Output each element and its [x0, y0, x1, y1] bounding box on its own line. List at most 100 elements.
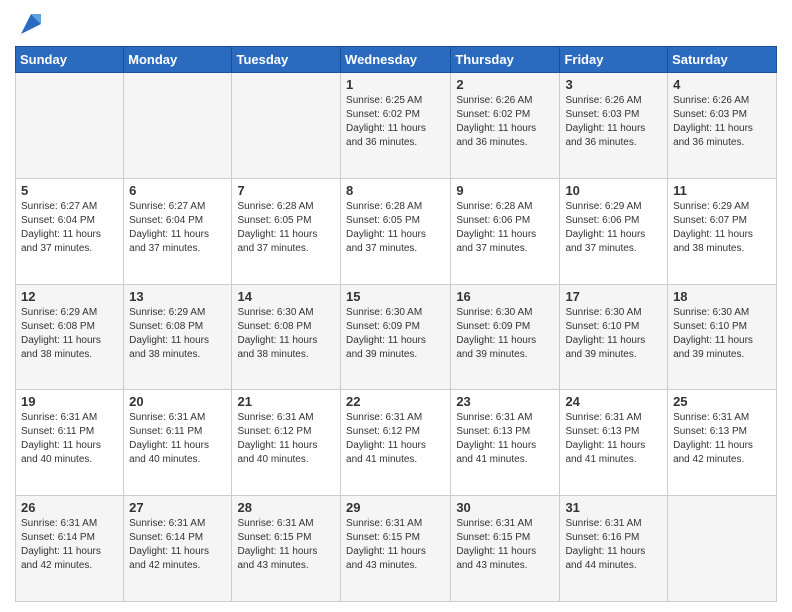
calendar-cell: 22 Sunrise: 6:31 AMSunset: 6:12 PMDayligh…: [341, 390, 451, 496]
day-number: 25: [673, 394, 771, 409]
day-number: 15: [346, 289, 445, 304]
day-number: 23: [456, 394, 554, 409]
day-number: 18: [673, 289, 771, 304]
calendar-cell: 25 Sunrise: 6:31 AMSunset: 6:13 PMDayligh…: [668, 390, 777, 496]
day-info: Sunrise: 6:31 AMSunset: 6:15 PMDaylight:…: [456, 517, 554, 573]
calendar-cell: 24 Sunrise: 6:31 AMSunset: 6:13 PMDayligh…: [560, 390, 668, 496]
day-info: Sunrise: 6:26 AMSunset: 6:03 PMDaylight:…: [565, 94, 662, 150]
day-number: 2: [456, 77, 554, 92]
day-info: Sunrise: 6:29 AMSunset: 6:08 PMDaylight:…: [21, 306, 118, 362]
day-number: 31: [565, 500, 662, 515]
day-info: Sunrise: 6:31 AMSunset: 6:15 PMDaylight:…: [346, 517, 445, 573]
calendar-cell: 28 Sunrise: 6:31 AMSunset: 6:15 PMDayligh…: [232, 496, 341, 602]
calendar-cell: 6Sunrise: 6:27 AMSunset: 6:04 PMDaylight…: [124, 178, 232, 284]
day-info: Sunrise: 6:31 AMSunset: 6:12 PMDaylight:…: [346, 411, 445, 467]
calendar-cell: 8 Sunrise: 6:28 AMSunset: 6:05 PMDaylight…: [341, 178, 451, 284]
header-monday: Monday: [124, 47, 232, 73]
day-info: Sunrise: 6:28 AMSunset: 6:05 PMDaylight:…: [346, 200, 445, 256]
day-info: Sunrise: 6:29 AMSunset: 6:08 PMDaylight:…: [129, 306, 226, 362]
day-info: Sunrise: 6:31 AMSunset: 6:13 PMDaylight:…: [456, 411, 554, 467]
day-info: Sunrise: 6:31 AMSunset: 6:16 PMDaylight:…: [565, 517, 662, 573]
day-number: 4: [673, 77, 771, 92]
header-saturday: Saturday: [668, 47, 777, 73]
day-info: Sunrise: 6:31 AMSunset: 6:11 PMDaylight:…: [129, 411, 226, 467]
calendar-cell: 16 Sunrise: 6:30 AMSunset: 6:09 PMDayligh…: [451, 284, 560, 390]
calendar-cell: 10Sunrise: 6:29 AMSunset: 6:06 PMDayligh…: [560, 178, 668, 284]
calendar-cell: 15 Sunrise: 6:30 AMSunset: 6:09 PMDayligh…: [341, 284, 451, 390]
day-number: 9: [456, 183, 554, 198]
calendar-cell: 2Sunrise: 6:26 AMSunset: 6:02 PMDaylight…: [451, 73, 560, 179]
day-info: Sunrise: 6:30 AMSunset: 6:09 PMDaylight:…: [346, 306, 445, 362]
day-info: Sunrise: 6:28 AMSunset: 6:06 PMDaylight:…: [456, 200, 554, 256]
day-number: 14: [237, 289, 335, 304]
day-number: 12: [21, 289, 118, 304]
logo: [15, 14, 45, 38]
calendar-cell: 23 Sunrise: 6:31 AMSunset: 6:13 PMDayligh…: [451, 390, 560, 496]
day-number: 1: [346, 77, 445, 92]
day-info: Sunrise: 6:31 AMSunset: 6:15 PMDaylight:…: [237, 517, 335, 573]
day-info: Sunrise: 6:31 AMSunset: 6:13 PMDaylight:…: [565, 411, 662, 467]
calendar-week-row: 1 Sunrise: 6:25 AMSunset: 6:02 PMDaylight…: [16, 73, 777, 179]
calendar-cell: 30 Sunrise: 6:31 AMSunset: 6:15 PMDayligh…: [451, 496, 560, 602]
calendar-cell: [668, 496, 777, 602]
calendar-cell: 31 Sunrise: 6:31 AMSunset: 6:16 PMDayligh…: [560, 496, 668, 602]
day-info: Sunrise: 6:31 AMSunset: 6:14 PMDaylight:…: [21, 517, 118, 573]
day-number: 21: [237, 394, 335, 409]
calendar-cell: 11Sunrise: 6:29 AMSunset: 6:07 PMDayligh…: [668, 178, 777, 284]
header-wednesday: Wednesday: [341, 47, 451, 73]
day-number: 8: [346, 183, 445, 198]
day-number: 26: [21, 500, 118, 515]
header-friday: Friday: [560, 47, 668, 73]
calendar-cell: 29Sunrise: 6:31 AMSunset: 6:15 PMDayligh…: [341, 496, 451, 602]
calendar-cell: 26 Sunrise: 6:31 AMSunset: 6:14 PMDayligh…: [16, 496, 124, 602]
calendar-week-row: 19 Sunrise: 6:31 AMSunset: 6:11 PMDayligh…: [16, 390, 777, 496]
day-number: 20: [129, 394, 226, 409]
calendar-cell: 19 Sunrise: 6:31 AMSunset: 6:11 PMDayligh…: [16, 390, 124, 496]
calendar-cell: 1 Sunrise: 6:25 AMSunset: 6:02 PMDaylight…: [341, 73, 451, 179]
day-number: 3: [565, 77, 662, 92]
logo-icon: [17, 10, 45, 38]
day-number: 13: [129, 289, 226, 304]
day-number: 28: [237, 500, 335, 515]
day-info: Sunrise: 6:30 AMSunset: 6:10 PMDaylight:…: [673, 306, 771, 362]
day-info: Sunrise: 6:31 AMSunset: 6:11 PMDaylight:…: [21, 411, 118, 467]
calendar-cell: 27Sunrise: 6:31 AMSunset: 6:14 PMDayligh…: [124, 496, 232, 602]
weekday-header-row: Sunday Monday Tuesday Wednesday Thursday…: [16, 47, 777, 73]
calendar-week-row: 26 Sunrise: 6:31 AMSunset: 6:14 PMDayligh…: [16, 496, 777, 602]
header-sunday: Sunday: [16, 47, 124, 73]
header-thursday: Thursday: [451, 47, 560, 73]
day-number: 10: [565, 183, 662, 198]
day-info: Sunrise: 6:29 AMSunset: 6:07 PMDaylight:…: [673, 200, 771, 256]
calendar-cell: 18 Sunrise: 6:30 AMSunset: 6:10 PMDayligh…: [668, 284, 777, 390]
calendar-cell: 7Sunrise: 6:28 AMSunset: 6:05 PMDaylight…: [232, 178, 341, 284]
day-number: 22: [346, 394, 445, 409]
calendar-cell: 21Sunrise: 6:31 AMSunset: 6:12 PMDayligh…: [232, 390, 341, 496]
calendar-cell: 12 Sunrise: 6:29 AMSunset: 6:08 PMDayligh…: [16, 284, 124, 390]
calendar-cell: 4 Sunrise: 6:26 AMSunset: 6:03 PMDaylight…: [668, 73, 777, 179]
calendar-cell: [124, 73, 232, 179]
day-number: 19: [21, 394, 118, 409]
day-info: Sunrise: 6:26 AMSunset: 6:03 PMDaylight:…: [673, 94, 771, 150]
day-number: 30: [456, 500, 554, 515]
day-info: Sunrise: 6:28 AMSunset: 6:05 PMDaylight:…: [237, 200, 335, 256]
day-info: Sunrise: 6:30 AMSunset: 6:08 PMDaylight:…: [237, 306, 335, 362]
day-number: 24: [565, 394, 662, 409]
calendar-cell: [232, 73, 341, 179]
calendar-week-row: 12 Sunrise: 6:29 AMSunset: 6:08 PMDayligh…: [16, 284, 777, 390]
page: Sunday Monday Tuesday Wednesday Thursday…: [0, 0, 792, 612]
day-info: Sunrise: 6:31 AMSunset: 6:14 PMDaylight:…: [129, 517, 226, 573]
day-info: Sunrise: 6:25 AMSunset: 6:02 PMDaylight:…: [346, 94, 445, 150]
calendar-cell: 17 Sunrise: 6:30 AMSunset: 6:10 PMDayligh…: [560, 284, 668, 390]
header: [15, 10, 777, 38]
day-info: Sunrise: 6:30 AMSunset: 6:09 PMDaylight:…: [456, 306, 554, 362]
calendar-cell: 9 Sunrise: 6:28 AMSunset: 6:06 PMDaylight…: [451, 178, 560, 284]
calendar-cell: 3 Sunrise: 6:26 AMSunset: 6:03 PMDaylight…: [560, 73, 668, 179]
day-info: Sunrise: 6:30 AMSunset: 6:10 PMDaylight:…: [565, 306, 662, 362]
day-number: 16: [456, 289, 554, 304]
day-number: 5: [21, 183, 118, 198]
calendar-week-row: 5Sunrise: 6:27 AMSunset: 6:04 PMDaylight…: [16, 178, 777, 284]
day-number: 17: [565, 289, 662, 304]
calendar-cell: 20 Sunrise: 6:31 AMSunset: 6:11 PMDayligh…: [124, 390, 232, 496]
calendar-cell: 14 Sunrise: 6:30 AMSunset: 6:08 PMDayligh…: [232, 284, 341, 390]
day-info: Sunrise: 6:31 AMSunset: 6:13 PMDaylight:…: [673, 411, 771, 467]
